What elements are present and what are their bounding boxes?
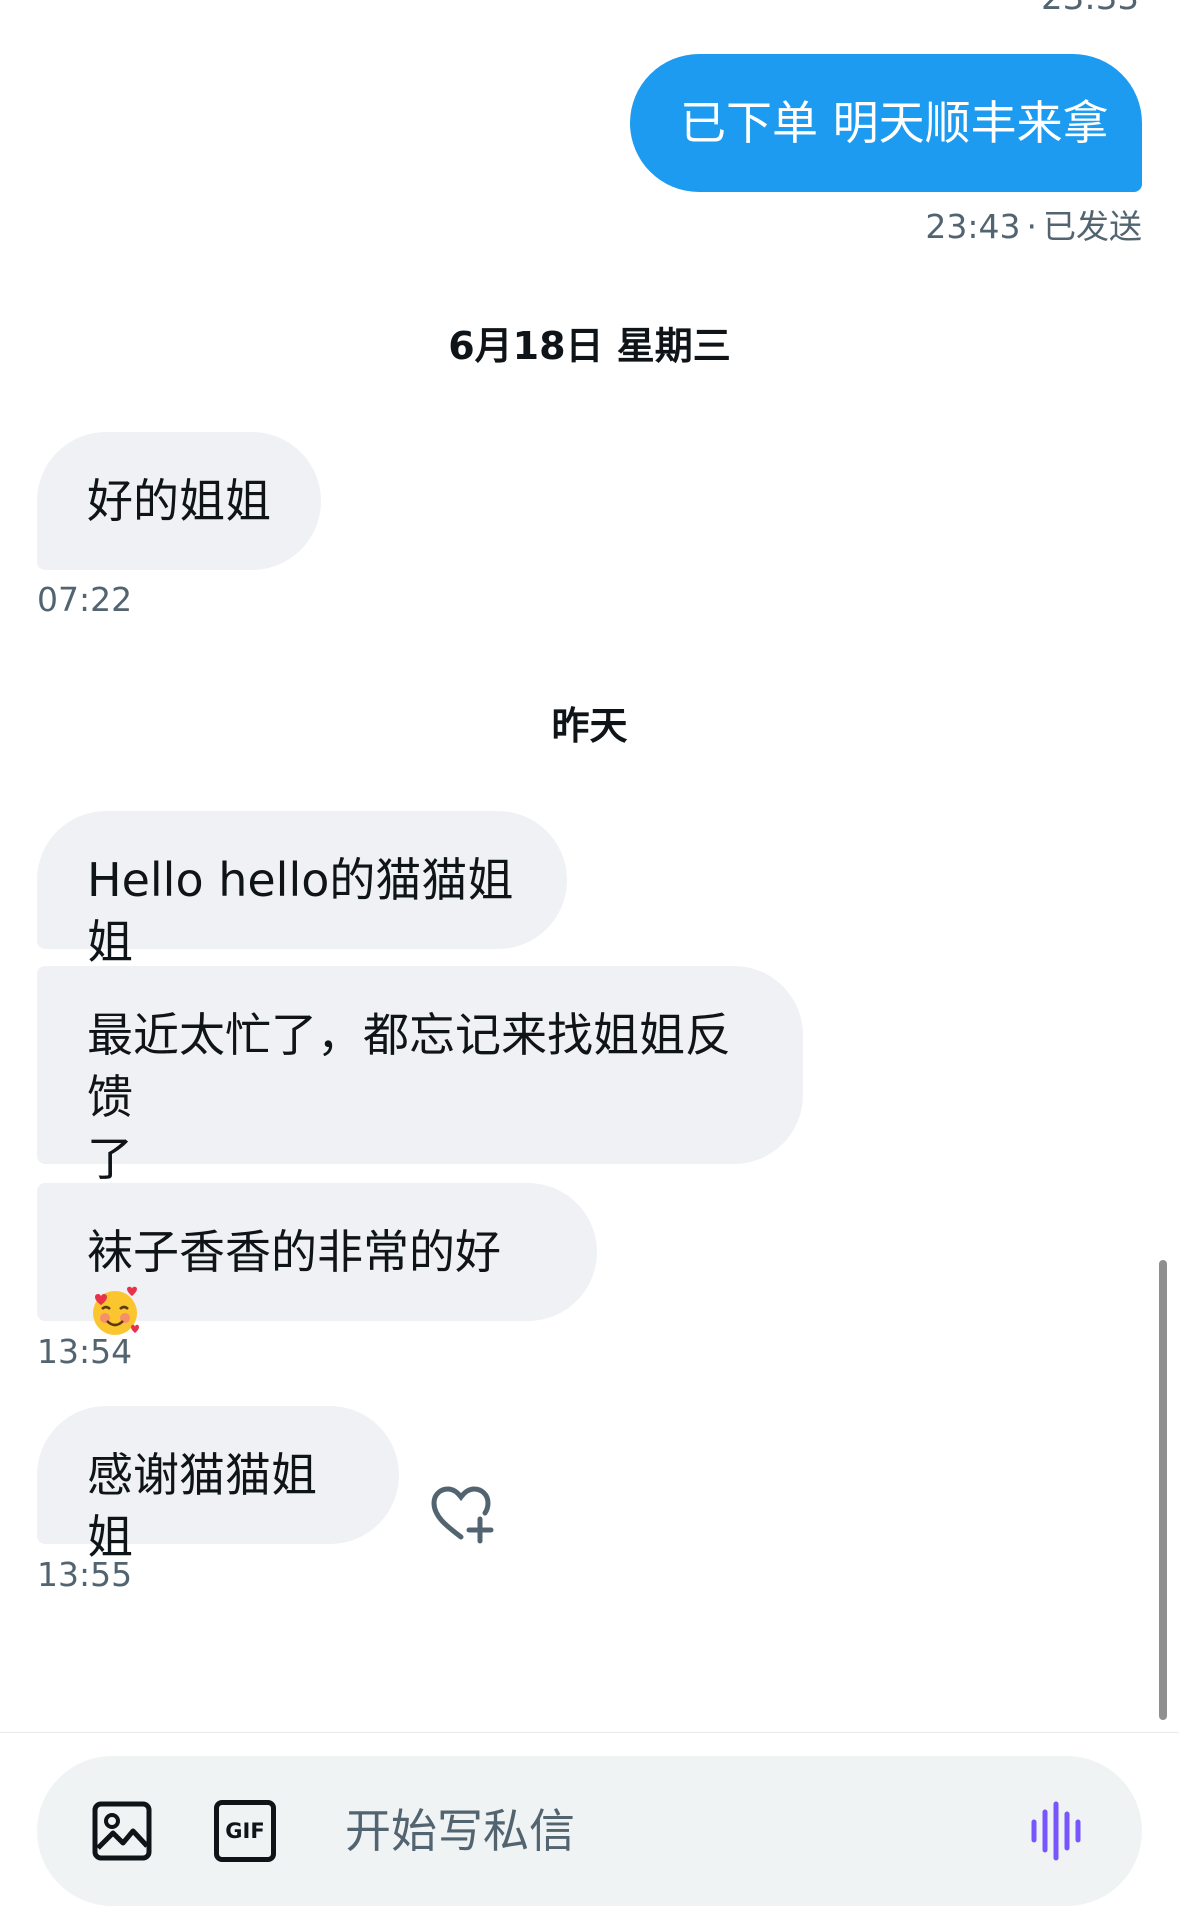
incoming-message-bubble[interactable]: 最近太忙了，都忘记来找姐姐反馈 了 [37, 966, 803, 1186]
message-time: 23:43 [925, 207, 1021, 246]
message-time: 13:54 [37, 1332, 133, 1371]
image-icon[interactable] [91, 1800, 153, 1862]
message-text: 好的姐姐 [87, 474, 271, 528]
message-time: 13:55 [37, 1555, 133, 1594]
incoming-message-bubble[interactable]: 好的姐姐 [37, 432, 321, 570]
message-time: 23:33 [1041, 0, 1139, 18]
message-text: 最近太忙了，都忘记来找姐姐反馈 [87, 1008, 731, 1124]
message-status: 已发送 [1043, 207, 1142, 246]
smiling-face-with-hearts-icon [93, 1286, 139, 1335]
message-composer: GIF 开始写私信 [37, 1756, 1142, 1906]
separator-dot: · [1026, 207, 1038, 246]
add-reaction-heart-icon[interactable] [428, 1485, 494, 1545]
message-text: 已下单 明天顺丰来拿 [680, 96, 1109, 150]
incoming-message-bubble[interactable]: Hello hello的猫猫姐姐 [37, 811, 567, 969]
outgoing-message-bubble[interactable]: 已下单 明天顺丰来拿 [630, 54, 1142, 192]
message-text: 了 [87, 1132, 133, 1186]
incoming-message-bubble[interactable]: 感谢猫猫姐姐 [37, 1406, 399, 1564]
message-text: Hello hello的猫猫姐姐 [87, 853, 514, 969]
incoming-message-bubble[interactable]: 袜子香香的非常的好 [37, 1183, 597, 1335]
gif-label: GIF [225, 1819, 265, 1843]
composer-divider [0, 1732, 1179, 1733]
message-input[interactable]: 开始写私信 [345, 1756, 575, 1906]
dm-conversation: 23:33 已下单 明天顺丰来拿 23:43·已发送 6月18日 星期三 好的姐… [0, 0, 1179, 1929]
scrollbar[interactable] [1159, 1260, 1167, 1720]
message-meta: 23:43 · 已发送 [925, 200, 1142, 248]
date-separator: 昨天 [551, 704, 628, 748]
message-text: 感谢猫猫姐姐 [87, 1448, 317, 1564]
message-time: 07:22 [37, 580, 133, 619]
message-text: 袜子香香的非常的好 [87, 1225, 501, 1279]
date-separator: 6月18日 星期三 [448, 324, 731, 368]
gif-button[interactable]: GIF [214, 1800, 276, 1862]
voice-message-icon[interactable] [1028, 1800, 1090, 1862]
